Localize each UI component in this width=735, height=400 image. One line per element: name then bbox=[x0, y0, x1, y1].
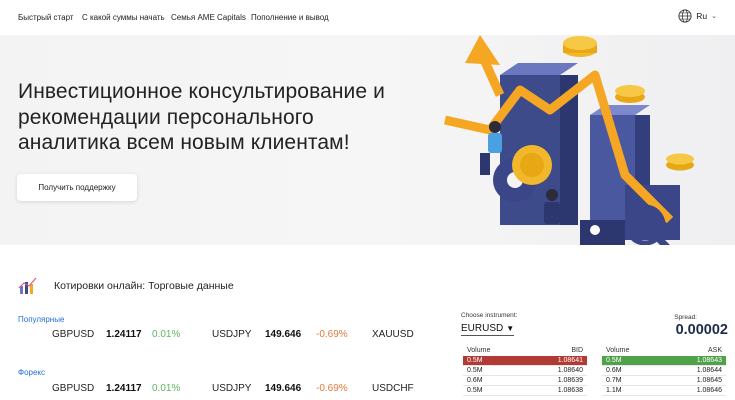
hero-illustration bbox=[444, 35, 694, 245]
volume-cell: 0.5M bbox=[467, 367, 483, 374]
column-header: Volume bbox=[467, 347, 491, 354]
volume-cell: 0.6M bbox=[467, 377, 483, 384]
chart-icon bbox=[18, 277, 37, 294]
quote-change: 0.01% bbox=[152, 382, 181, 394]
caret-down-icon: ▼ bbox=[506, 324, 515, 333]
language-label: Ru bbox=[696, 11, 708, 21]
column-header: ASK bbox=[707, 347, 722, 354]
get-support-button[interactable]: Получить поддержку bbox=[17, 174, 137, 201]
quote-price: 1.24117 bbox=[106, 328, 142, 340]
price-cell: 1.08646 bbox=[696, 387, 722, 394]
table-header: Volume BID bbox=[463, 347, 587, 356]
language-selector[interactable]: Ru ⌄ bbox=[678, 9, 717, 23]
price-cell: 1.08641 bbox=[557, 357, 583, 364]
table-row: 0.6M 1.08639 bbox=[463, 376, 587, 386]
volume-cell: 1.1M bbox=[606, 387, 622, 394]
quote-price: 1.24117 bbox=[106, 382, 142, 394]
volume-cell: 0.5M bbox=[467, 357, 483, 364]
table-row: 0.6M 1.08644 bbox=[602, 366, 726, 376]
price-cell: 1.08643 bbox=[696, 357, 722, 364]
globe-icon bbox=[678, 9, 692, 23]
nav-min-amount[interactable]: С какой суммы начать bbox=[82, 13, 165, 22]
chevron-down-icon: ⌄ bbox=[711, 13, 717, 20]
category-popular[interactable]: Популярные bbox=[18, 315, 64, 324]
quote-symbol[interactable]: XAUUSD bbox=[372, 329, 414, 340]
table-row: 0.5M 1.08641 bbox=[463, 356, 587, 366]
column-header: Volume bbox=[606, 347, 630, 354]
ask-table: Volume ASK 0.5M 1.08643 0.6M 1.08644 0.7M 1… bbox=[602, 347, 726, 396]
bid-table: Volume BID 0.5M 1.08641 0.5M 1.08640 0.6M 1… bbox=[463, 347, 587, 396]
quotes-section-title: Котировки онлайн: Торговые данные bbox=[18, 276, 234, 296]
nav-family[interactable]: Семья AME Capitals bbox=[171, 13, 246, 22]
column-header: BID bbox=[571, 347, 583, 354]
spread-label: Spread: bbox=[674, 314, 697, 321]
quote-price: 149.646 bbox=[265, 328, 302, 340]
quotes-title: Котировки онлайн: Торговые данные bbox=[54, 280, 234, 292]
quote-symbol[interactable]: USDJPY bbox=[212, 329, 251, 340]
quote-change: -0.69% bbox=[316, 382, 348, 394]
quote-change: -0.69% bbox=[316, 328, 348, 340]
quote-price: 149.646 bbox=[265, 382, 302, 394]
quote-symbol[interactable]: GBPUSD bbox=[52, 329, 94, 340]
instrument-value: EURUSD bbox=[461, 323, 504, 334]
table-row: 0.5M 1.08643 bbox=[602, 356, 726, 366]
spread-value: 0.00002 bbox=[675, 322, 728, 338]
price-cell: 1.08638 bbox=[557, 387, 583, 394]
quote-symbol[interactable]: GBPUSD bbox=[52, 383, 94, 394]
table-row: 1.1M 1.08646 bbox=[602, 386, 726, 396]
hero-banner: Инвестиционное консультирование и рекоме… bbox=[0, 35, 735, 245]
price-cell: 1.08645 bbox=[696, 377, 722, 384]
volume-cell: 0.7M bbox=[606, 377, 622, 384]
volume-cell: 0.6M bbox=[606, 367, 622, 374]
top-navigation: Быстрый старт С какой суммы начать Семья… bbox=[0, 0, 735, 34]
table-row: 0.7M 1.08645 bbox=[602, 376, 726, 386]
instrument-select[interactable]: EURUSD ▼ bbox=[461, 323, 515, 336]
price-cell: 1.08640 bbox=[557, 367, 583, 374]
volume-cell: 0.5M bbox=[606, 357, 622, 364]
volume-cell: 0.5M bbox=[467, 387, 483, 394]
price-cell: 1.08639 bbox=[557, 377, 583, 384]
market-depth-panel: Choose instrument: EURUSD ▼ Spread: 0.00… bbox=[461, 312, 735, 396]
quote-symbol[interactable]: USDCHF bbox=[372, 383, 414, 394]
category-forex[interactable]: Форекс bbox=[18, 368, 45, 377]
hero-headline: Инвестиционное консультирование и рекоме… bbox=[18, 80, 385, 154]
table-row: 0.5M 1.08640 bbox=[463, 366, 587, 376]
nav-quick-start[interactable]: Быстрый старт bbox=[18, 13, 74, 22]
quote-symbol[interactable]: USDJPY bbox=[212, 383, 251, 394]
table-row: 0.5M 1.08638 bbox=[463, 386, 587, 396]
nav-deposit-withdraw[interactable]: Пополнение и вывод bbox=[251, 13, 329, 22]
quote-change: 0.01% bbox=[152, 328, 181, 340]
price-cell: 1.08644 bbox=[696, 367, 722, 374]
table-header: Volume ASK bbox=[602, 347, 726, 356]
